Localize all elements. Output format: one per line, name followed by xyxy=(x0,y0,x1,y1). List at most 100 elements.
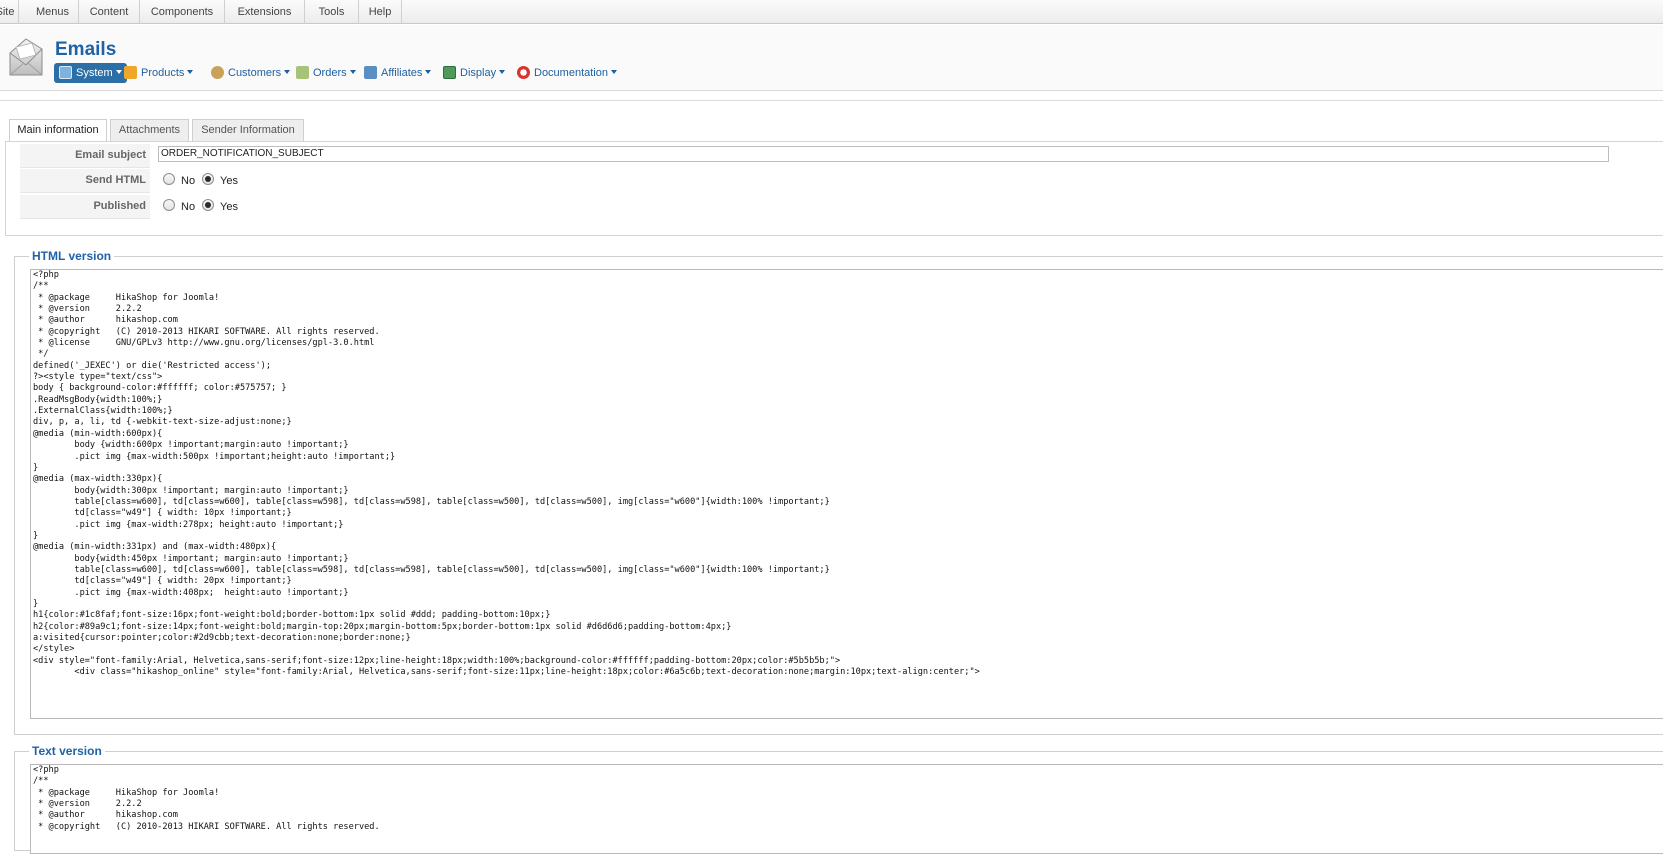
chevron-down-icon xyxy=(115,70,122,74)
customers-icon xyxy=(211,66,224,79)
code-line: @media (max-width:330px){ xyxy=(33,474,163,485)
submenu-display[interactable]: Display xyxy=(443,63,506,83)
page-header: Emails System Products Customers Orders … xyxy=(0,25,1663,91)
send-html-yes-radio[interactable] xyxy=(202,173,214,185)
code-line: @media (min-width:600px){ xyxy=(33,428,163,439)
products-icon xyxy=(124,66,137,79)
published-yes-radio[interactable] xyxy=(202,199,214,211)
submenu-affiliates[interactable]: Affiliates xyxy=(364,63,432,83)
email-subject-row: Email subject ORDER_NOTIFICATION_SUBJECT xyxy=(20,144,1640,168)
submenu-label: Products xyxy=(141,67,185,79)
html-version-legend: HTML version xyxy=(29,249,115,263)
code-line: ?><style type="text/css"> xyxy=(33,372,163,383)
code-line: * @version 2.2.2 xyxy=(33,799,142,810)
submenu-label: Affiliates xyxy=(381,67,423,79)
submenu-label: Documentation xyxy=(534,67,608,79)
tab-attachments[interactable]: Attachments xyxy=(110,119,189,141)
email-subject-label: Email subject xyxy=(20,144,150,168)
code-line: table[class=w600], td[class=w600], table… xyxy=(33,564,830,575)
tab-main-information[interactable]: Main information xyxy=(9,119,107,142)
chevron-down-icon xyxy=(425,70,432,74)
code-line: .ReadMsgBody{width:100%;} xyxy=(33,394,163,405)
submenu-label: Customers xyxy=(228,67,282,79)
lifebuoy-icon xyxy=(517,66,530,79)
chevron-down-icon xyxy=(611,70,617,74)
submenu-label: Orders xyxy=(313,67,347,79)
code-line: body{width:300px !important; margin:auto… xyxy=(33,485,349,496)
code-line: a:visited{cursor:pointer;color:#2d9cbb;t… xyxy=(33,633,411,643)
code-line: .pict img {max-width:408px; height:auto … xyxy=(33,587,349,598)
code-line: } xyxy=(33,530,39,541)
text-version-textarea[interactable]: <?php/** * @package HikaShop for Joomla!… xyxy=(30,764,1663,854)
published-yes-label: Yes xyxy=(220,201,238,213)
code-line: <div style="font-family:Arial, Helvetica… xyxy=(33,655,841,666)
submenu-system[interactable]: System xyxy=(54,63,127,83)
main-information-panel: Email subject ORDER_NOTIFICATION_SUBJECT… xyxy=(5,141,1663,236)
envelope-icon xyxy=(9,38,43,76)
code-line: h1{color:#1c8faf;font-size:16px;font-wei… xyxy=(33,610,551,621)
code-line: .pict img {max-width:500px !important;he… xyxy=(33,451,396,462)
code-line: body {width:600px !important;margin:auto… xyxy=(33,440,349,451)
submenu-label: Display xyxy=(460,67,497,79)
chevron-down-icon xyxy=(499,70,506,74)
menu-tools[interactable]: Tools xyxy=(305,0,359,24)
send-html-no-label: No xyxy=(181,175,196,187)
code-line: body { background-color:#ffffff; color:#… xyxy=(33,383,287,394)
code-line: <?php xyxy=(33,765,59,775)
code-line: */ xyxy=(33,349,49,360)
published-label: Published xyxy=(20,195,150,219)
code-line: div, p, a, li, td {-webkit-text-size-adj… xyxy=(33,417,292,428)
submenu-documentation[interactable]: Documentation xyxy=(517,63,617,83)
code-line: * @license GNU/GPLv3 http://www.gnu.org/… xyxy=(33,338,375,349)
affiliates-icon xyxy=(364,66,377,79)
submenu-label: System xyxy=(76,67,113,79)
submenu-orders[interactable]: Orders xyxy=(296,63,356,83)
menu-components[interactable]: Components xyxy=(140,0,225,24)
code-line: td[class="w49"] { width: 20px !important… xyxy=(33,576,292,587)
orders-icon xyxy=(296,66,309,79)
code-line: * @copyright (C) 2010-2013 HIKARI SOFTWA… xyxy=(33,326,380,337)
html-version-textarea[interactable]: <?php/** * @package HikaShop for Joomla!… xyxy=(30,269,1663,719)
code-line: table[class=w600], td[class=w600], table… xyxy=(33,496,830,507)
top-menu-bar: Site Menus Content Components Extensions… xyxy=(0,0,1663,24)
chevron-down-icon xyxy=(187,70,194,74)
display-icon xyxy=(443,66,456,79)
send-html-yes-label: Yes xyxy=(220,175,238,187)
code-line: /** xyxy=(33,281,49,292)
system-icon xyxy=(59,66,72,79)
code-line: @media (min-width:331px) and (max-width:… xyxy=(33,542,277,553)
code-line: </style> xyxy=(33,644,75,655)
published-row: Published No Yes xyxy=(20,195,1640,219)
code-line: /** xyxy=(33,776,49,787)
code-line: <?php xyxy=(33,270,59,280)
code-line: * @version 2.2.2 xyxy=(33,304,142,315)
code-line: defined('_JEXEC') or die('Restricted acc… xyxy=(33,360,271,371)
code-line: <div class="hikashop_online" style="font… xyxy=(33,667,980,678)
menu-content[interactable]: Content xyxy=(79,0,140,24)
divider xyxy=(0,100,1663,101)
code-line: } xyxy=(33,598,39,609)
menu-extensions[interactable]: Extensions xyxy=(225,0,305,24)
chevron-down-icon xyxy=(284,70,291,74)
send-html-no-radio[interactable] xyxy=(163,173,175,185)
menu-site[interactable]: Site xyxy=(0,0,19,24)
submenu-products[interactable]: Products xyxy=(124,63,194,83)
submenu-customers[interactable]: Customers xyxy=(211,63,291,83)
menu-help[interactable]: Help xyxy=(359,0,402,24)
code-line: .pict img {max-width:278px; height:auto … xyxy=(33,519,344,530)
code-line: * @author hikashop.com xyxy=(33,315,178,326)
code-line: * @copyright (C) 2010-2013 HIKARI SOFTWA… xyxy=(33,821,380,832)
code-line: td[class="w49"] { width: 10px !important… xyxy=(33,508,292,519)
tab-sender-information[interactable]: Sender Information xyxy=(192,119,304,141)
chevron-down-icon xyxy=(349,70,356,74)
code-line: * @author hikashop.com xyxy=(33,810,178,821)
code-line: } xyxy=(33,462,39,473)
send-html-label: Send HTML xyxy=(20,169,150,193)
page-title: Emails xyxy=(55,39,117,60)
menu-menus[interactable]: Menus xyxy=(27,0,79,24)
published-no-radio[interactable] xyxy=(163,199,175,211)
code-line: h2{color:#89a9c1;font-size:14px;font-wei… xyxy=(33,621,732,632)
code-line: * @package HikaShop for Joomla! xyxy=(33,292,220,303)
code-line: .ExternalClass{width:100%;} xyxy=(33,406,173,417)
email-subject-input[interactable]: ORDER_NOTIFICATION_SUBJECT xyxy=(158,146,1609,162)
